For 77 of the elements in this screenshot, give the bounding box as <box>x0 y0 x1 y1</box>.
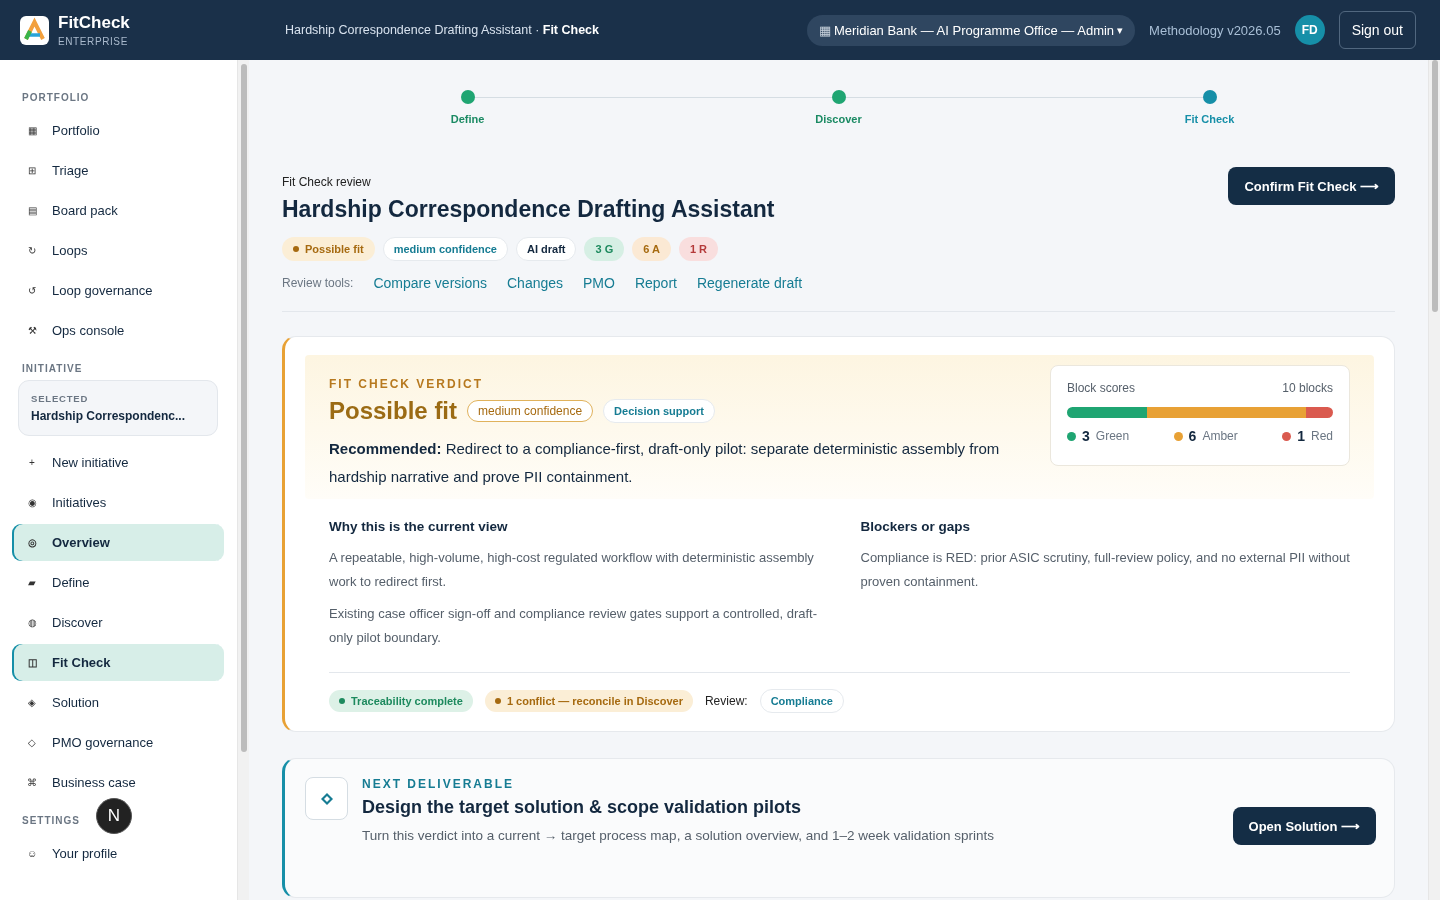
scores-title: Block scores <box>1067 381 1136 395</box>
sidebar-item[interactable]: ◍ Discover <box>12 604 224 641</box>
status-chip: 1 R <box>678 237 719 261</box>
legend-count: 6 <box>1188 428 1197 444</box>
confirm-button[interactable]: Confirm Fit Check ⟶ <box>1228 167 1395 205</box>
sidebar-item[interactable]: ⚒ Ops console <box>12 312 224 349</box>
tool-link[interactable]: PMO <box>583 275 615 291</box>
column-paragraph: A repeatable, high-volume, high-cost regulated workflow with deterministic assembly work to redirect first. <box>329 549 815 591</box>
status-chip: 3 G <box>584 237 625 261</box>
legend-count: 3 <box>1082 428 1090 444</box>
legend-label: Green <box>1095 429 1130 443</box>
sidebar-item[interactable]: ↺ Loop governance <box>12 272 224 309</box>
methodology-version: Methodology v2026.05 <box>1149 22 1281 38</box>
user-avatar[interactable]: FD <box>1294 15 1325 45</box>
review-chip: Compliance <box>759 689 844 713</box>
tool-link[interactable]: Report <box>634 275 677 291</box>
next-eyebrow: NEXT DELIVERABLE <box>362 777 515 791</box>
conflict-chip: 1 conflict — reconcile in Discover <box>484 690 693 712</box>
column-title: Blockers or gaps <box>860 519 972 534</box>
sidebar-item[interactable]: ☺ Your profile <box>12 835 224 872</box>
brand-name: FitCheck <box>58 13 131 33</box>
main-scrollbar[interactable] <box>1428 60 1440 900</box>
page-eyebrow: Fit Check review <box>282 175 372 189</box>
logo-icon <box>20 15 49 45</box>
sidebar-item[interactable]: ◫ Fit Check <box>12 644 224 681</box>
status-chip: medium confidence <box>382 237 508 261</box>
sidebar-item[interactable]: ▤ Board pack <box>12 192 224 229</box>
edition-label: ENTERPRISE <box>58 36 129 47</box>
next-title: Design the target solution & scope validation pilots <box>362 797 803 818</box>
step-label[interactable]: Discover <box>815 113 862 125</box>
tool-link[interactable]: Compare versions <box>373 275 487 291</box>
sidebar-item[interactable]: ◉ Initiatives <box>12 484 224 521</box>
legend-label: Red <box>1310 429 1333 443</box>
sidebar-item[interactable]: ↻ Loops <box>12 232 224 269</box>
sidebar-item[interactable]: ◈ Solution <box>12 684 224 721</box>
open-solution-button[interactable]: Open Solution ⟶ <box>1232 807 1376 845</box>
step-label[interactable]: Fit Check <box>1184 113 1235 125</box>
selected-caption: SELECTED <box>31 393 90 404</box>
verdict-title: Possible fit <box>329 397 458 425</box>
column-title: Why this is the current view <box>329 519 509 534</box>
traceability-chip: Traceability complete <box>329 690 473 712</box>
column-paragraph: Compliance is RED: prior ASIC scrutiny, full-review policy, and no external PII without proven containment. <box>860 549 1350 591</box>
status-chip: AI draft <box>516 237 577 261</box>
column-paragraph: Existing case officer sign-off and compliance review gates support a controlled, draft-only pilot boundary. <box>329 605 818 647</box>
sidebar-item[interactable]: ◇ PMO governance <box>12 724 224 761</box>
status-chip: 6 A <box>632 237 671 261</box>
sidebar-scrollbar[interactable] <box>237 60 249 900</box>
sidebar-item[interactable]: ◎ Overview <box>12 524 224 561</box>
page-title: Hardship Correspondence Drafting Assistant <box>282 196 775 223</box>
review-label: Review: <box>704 694 748 708</box>
recommendation-text: Recommended: Redirect to a compliance-first, draft-only pilot: separate deterministic assembly from hardship narrative and prove PII containment. <box>329 439 1001 487</box>
tool-link[interactable]: Changes <box>507 275 564 291</box>
legend-count: 1 <box>1297 428 1305 444</box>
selected-initiative-card[interactable]: SELECTED Hardship Correspondenc... <box>18 380 218 436</box>
selected-initiative-name: Hardship Correspondenc... <box>31 409 187 423</box>
dev-badge[interactable]: N <box>96 798 132 834</box>
section-title: PORTFOLIO <box>21 91 91 105</box>
sidebar-item[interactable]: + New initiative <box>12 444 224 481</box>
legend-label: Amber <box>1202 429 1238 443</box>
breadcrumb-text: Hardship Correspondence Drafting Assistant · Fit Check <box>285 23 600 37</box>
organization-dropdown[interactable]: ▦ Meridian Bank — AI Programme Office — Admin ▾ <box>807 14 1136 46</box>
sidebar-item[interactable]: ⌘ Business case <box>12 764 224 801</box>
status-chip: Possible fit <box>282 237 375 261</box>
tool-link[interactable]: Regenerate draft <box>696 275 803 291</box>
sidebar-item[interactable]: ▰ Define <box>12 564 224 601</box>
step-label[interactable]: Define <box>450 113 485 125</box>
verdict-eyebrow: FIT CHECK VERDICT <box>329 377 484 391</box>
tools-label: Review tools: <box>282 276 354 290</box>
sign-out-button[interactable]: Sign out <box>1338 11 1416 49</box>
scores-total: 10 blocks <box>1282 381 1333 395</box>
sidebar-item[interactable]: ⊞ Triage <box>12 152 224 189</box>
next-text: Turn this verdict into a current → target process map, a solution overview, and 1–2 week validation sprints <box>362 828 995 843</box>
confidence-chip: medium confidence <box>467 400 594 422</box>
section-title: SETTINGS <box>21 814 81 828</box>
section-title: INITIATIVE <box>21 362 84 376</box>
mode-chip: Decision support <box>603 399 715 423</box>
sidebar-item[interactable]: ▦ Portfolio <box>12 112 224 149</box>
